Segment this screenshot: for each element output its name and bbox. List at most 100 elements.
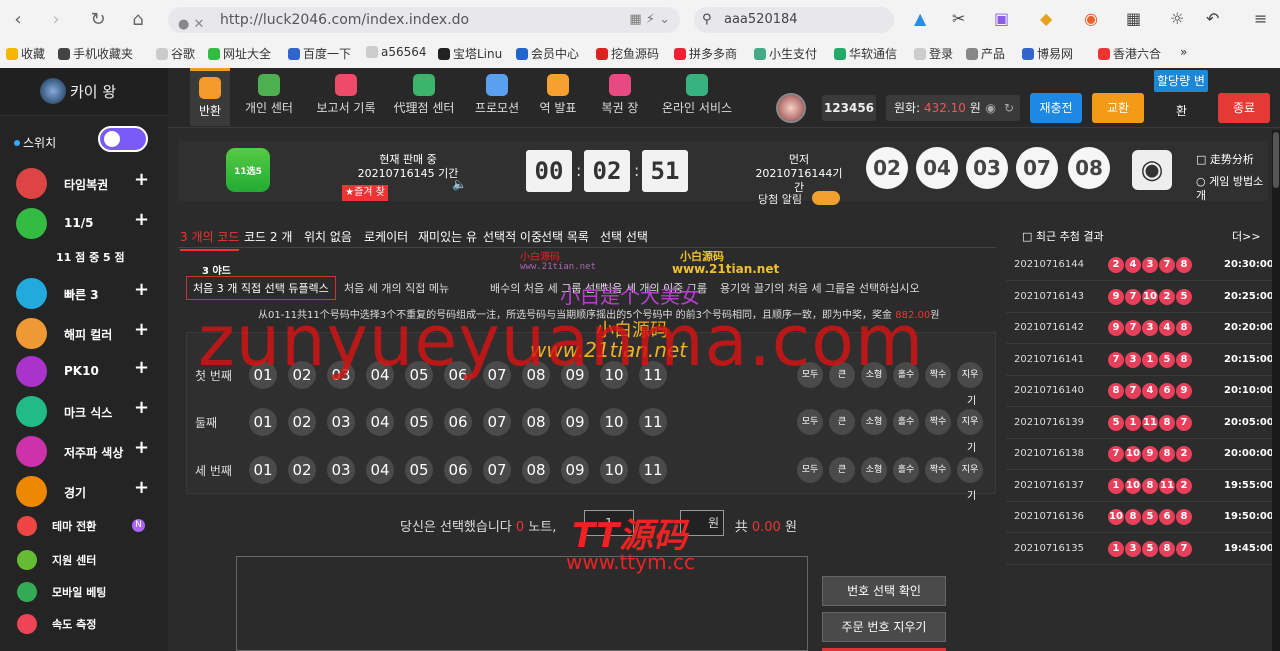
- exchange-button[interactable]: 교환: [1092, 93, 1144, 123]
- number-ball[interactable]: 09: [561, 361, 589, 389]
- bookmark-item[interactable]: 拼多多商: [674, 45, 737, 62]
- switch-toggle[interactable]: [98, 126, 148, 152]
- home-icon[interactable]: ⌂: [126, 8, 150, 32]
- expand-plus-icon[interactable]: +: [134, 357, 149, 378]
- quota-change-button[interactable]: 할당량 변: [1154, 70, 1208, 92]
- top-nav-item[interactable]: 온라인 서비스: [656, 68, 738, 126]
- quick-select-button[interactable]: 모두: [797, 409, 823, 435]
- sidebar-item[interactable]: 저주파 색상 +: [0, 434, 168, 468]
- expand-plus-icon[interactable]: +: [134, 279, 149, 300]
- sidebar-bottom-item[interactable]: 지원 센터: [0, 546, 168, 574]
- bookmark-item[interactable]: 小生支付: [754, 45, 817, 62]
- quick-select-button[interactable]: 큰: [829, 362, 855, 388]
- sidebar-item[interactable]: 마크 식스 +: [0, 394, 168, 428]
- quick-select-button[interactable]: 홀수: [893, 457, 919, 483]
- film-reel-icon[interactable]: ◉: [1132, 150, 1172, 190]
- number-ball[interactable]: 03: [327, 408, 355, 436]
- avatar[interactable]: [776, 93, 806, 123]
- bookmark-item[interactable]: 网址大全: [208, 45, 271, 62]
- game-icon[interactable]: ◉: [1084, 9, 1098, 28]
- address-bar[interactable]: ● ✕ http://luck2046.com/index.index.do ▦…: [168, 7, 680, 33]
- quick-select-button[interactable]: 짝수: [925, 457, 951, 483]
- play-tab[interactable]: 로케이터: [364, 228, 408, 245]
- bookmark-item[interactable]: 挖鱼源码: [596, 45, 659, 62]
- quick-select-button[interactable]: 지우: [957, 409, 983, 435]
- play-subtab[interactable]: 처음 3 개 직접 선택 듀플렉스: [186, 276, 336, 300]
- top-nav-item[interactable]: 개인 센터: [238, 68, 300, 126]
- number-ball[interactable]: 04: [366, 408, 394, 436]
- quick-select-button[interactable]: 소형: [861, 457, 887, 483]
- number-ball[interactable]: 02: [288, 361, 316, 389]
- number-ball[interactable]: 05: [405, 361, 433, 389]
- quick-select-button[interactable]: 큰: [829, 409, 855, 435]
- play-tab[interactable]: 위치 없음: [304, 228, 352, 245]
- quick-select-button[interactable]: 큰: [829, 457, 855, 483]
- number-ball[interactable]: 01: [249, 361, 277, 389]
- search-box[interactable]: ⚲ aaa520184: [694, 7, 894, 33]
- play-subtab[interactable]: 용기와 끌기의 처음 세 그룹을 선택하십시오: [720, 280, 920, 296]
- number-ball[interactable]: 10: [600, 408, 628, 436]
- number-ball[interactable]: 03: [327, 456, 355, 484]
- site-info-icon[interactable]: ● ✕: [178, 12, 204, 38]
- sidebar-item[interactable]: 타임복권 +: [0, 166, 168, 200]
- number-ball[interactable]: 10: [600, 361, 628, 389]
- undo-icon[interactable]: ↶: [1206, 9, 1219, 28]
- sidebar-item[interactable]: 해피 컬러 +: [0, 316, 168, 350]
- number-ball[interactable]: 06: [444, 408, 472, 436]
- number-ball[interactable]: 01: [249, 408, 277, 436]
- menu-icon[interactable]: ≡: [1254, 9, 1267, 28]
- number-ball[interactable]: 04: [366, 456, 394, 484]
- number-ball[interactable]: 08: [522, 361, 550, 389]
- forward-icon[interactable]: ›: [44, 8, 68, 32]
- number-ball[interactable]: 01: [249, 456, 277, 484]
- number-ball[interactable]: 10: [600, 456, 628, 484]
- bookmark-item[interactable]: 华软通信: [834, 45, 897, 62]
- extension-icon[interactable]: ▲: [914, 9, 926, 28]
- bookmark-item[interactable]: 收藏: [6, 45, 45, 62]
- expand-plus-icon[interactable]: +: [134, 397, 149, 418]
- sidebar-item[interactable]: 11/5 +: [0, 206, 168, 240]
- number-ball[interactable]: 07: [483, 361, 511, 389]
- play-subtab[interactable]: 배수의 처음 세 그룹 선택: [490, 280, 605, 296]
- number-ball[interactable]: 08: [522, 456, 550, 484]
- play-tab[interactable]: 코드 2 개: [244, 228, 292, 245]
- expand-plus-icon[interactable]: +: [134, 477, 149, 498]
- trend-link[interactable]: □ 走势分析: [1196, 151, 1260, 167]
- number-ball[interactable]: 11: [639, 408, 667, 436]
- sidebar-bottom-item[interactable]: 속도 측정: [0, 610, 168, 638]
- scissors-icon[interactable]: ✂: [952, 9, 965, 28]
- brand[interactable]: 카이 왕: [0, 68, 168, 116]
- number-ball[interactable]: 08: [522, 408, 550, 436]
- sidebar-item[interactable]: PK10 +: [0, 354, 168, 388]
- bookmark-item[interactable]: 谷歌: [156, 45, 195, 62]
- multiplier-input[interactable]: 1: [584, 510, 634, 536]
- eye-icon[interactable]: ◉: [986, 95, 996, 121]
- order-textarea[interactable]: [236, 556, 808, 651]
- translate-icon[interactable]: ▣: [994, 9, 1009, 28]
- favorite-button[interactable]: ★즐겨 찾: [342, 185, 388, 201]
- top-nav-item[interactable]: 반환: [190, 68, 230, 126]
- recharge-button[interactable]: 재충전: [1030, 93, 1082, 123]
- number-ball[interactable]: 07: [483, 456, 511, 484]
- top-nav-item[interactable]: 代理점 센터: [388, 68, 460, 126]
- quick-select-button[interactable]: 소형: [861, 362, 887, 388]
- bookmark-item[interactable]: a56564: [366, 45, 427, 59]
- quick-select-button[interactable]: 지우: [957, 457, 983, 483]
- number-ball[interactable]: 03: [327, 361, 355, 389]
- bookmark-item[interactable]: 手机收藏夹: [58, 45, 133, 62]
- bookmark-item[interactable]: 香港六合: [1098, 45, 1161, 62]
- address-actions[interactable]: ▦ ⚡ ⌄: [629, 7, 670, 33]
- clear-order-button[interactable]: 주문 번호 지우기: [822, 612, 946, 642]
- quick-select-button[interactable]: 모두: [797, 457, 823, 483]
- bookmark-item[interactable]: 宝塔Linu: [438, 45, 502, 62]
- scroll-thumb[interactable]: [1273, 132, 1279, 188]
- expand-plus-icon[interactable]: +: [134, 209, 149, 230]
- method-link[interactable]: ○ 게임 방법소 개: [1196, 175, 1266, 203]
- play-tab[interactable]: 재미있는 유: [418, 228, 477, 245]
- top-nav-item[interactable]: 역 발표: [534, 68, 582, 126]
- number-ball[interactable]: 02: [288, 408, 316, 436]
- sidebar-subitem[interactable]: 11 점 중 5 점: [56, 249, 125, 265]
- top-nav-item[interactable]: 보고서 기록: [308, 68, 384, 126]
- back-icon[interactable]: ‹: [6, 8, 30, 32]
- number-ball[interactable]: 09: [561, 408, 589, 436]
